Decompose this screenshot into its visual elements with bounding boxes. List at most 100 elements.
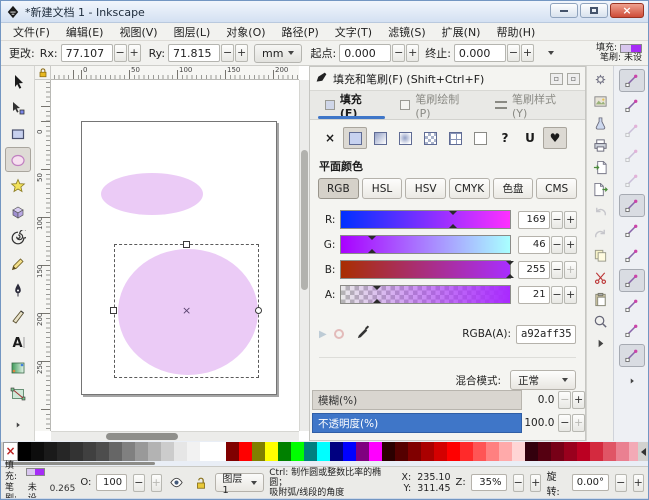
menu-view[interactable]: 视图(V) [111,23,165,41]
color-mode-rgb[interactable]: RGB [318,178,359,199]
slider-handle-r[interactable] [449,211,457,215]
snap-nodes-button[interactable] [619,194,645,217]
opacity-value[interactable]: 100.0 [522,417,557,429]
tool-connector[interactable] [5,381,31,406]
slider-handle-b[interactable] [506,274,514,278]
paste-button[interactable] [589,289,611,310]
color-slider-b[interactable] [340,260,511,279]
toolbox-more-arrow-icon[interactable] [5,412,31,437]
rgba-input[interactable]: a92aff35 [516,325,576,344]
object-opacity-increment-button[interactable]: + [151,474,162,492]
palette-none-swatch[interactable]: × [3,442,18,461]
palette-swatch[interactable] [57,442,70,461]
palette-swatch[interactable] [239,442,252,461]
snap-bbox-edges-button[interactable] [619,119,645,142]
b-decrement-button[interactable]: − [551,261,564,279]
palette-swatch[interactable] [291,442,304,461]
palette-swatch[interactable] [252,442,265,461]
slider-handle-g[interactable] [368,249,376,253]
palette-swatch[interactable] [174,442,187,461]
snap-bbox-corners-button[interactable] [619,144,645,167]
opacity-decrement-button[interactable]: − [558,414,571,432]
palette-swatch[interactable] [577,442,590,461]
slider-handle-g[interactable] [368,236,376,240]
horizontal-scrollbar-thumb[interactable] [106,433,178,440]
tab-笔刷绘制[interactable]: 笔刷绘制(P) [389,91,484,119]
snap-path-intersections-button[interactable] [619,244,645,267]
palette-swatch[interactable] [18,442,31,461]
blur-value[interactable]: 0.0 [522,394,557,406]
palette-swatch[interactable] [31,442,44,461]
tool-text[interactable]: A [5,329,31,354]
palette-swatch[interactable] [226,442,239,461]
help-button[interactable]: ? [493,127,517,149]
title-bar[interactable]: *新建文档 1 - Inkscape × [1,1,648,23]
maximize-button[interactable] [580,3,608,18]
play-icon[interactable]: ▶ [319,329,327,340]
a-value-input[interactable]: 21 [518,286,549,304]
cut-button[interactable] [589,267,611,288]
close-button[interactable]: × [610,3,644,18]
menu-file[interactable]: 文件(F) [5,23,58,41]
palette-scroll-left-icon[interactable] [638,442,648,461]
properties-button[interactable] [589,69,611,90]
g-value-input[interactable]: 46 [518,236,549,254]
object-opacity-input[interactable]: 100 [96,474,127,491]
palette-swatch[interactable] [551,442,564,461]
pattern-button[interactable] [418,127,442,149]
no-paint-button[interactable]: × [318,127,342,149]
minimize-button[interactable] [550,3,578,18]
snap-paths-button[interactable] [619,219,645,242]
palette-swatch[interactable] [265,442,278,461]
palette-swatch[interactable] [44,442,57,461]
menu-layer[interactable]: 图层(L) [166,23,219,41]
image-button[interactable] [589,91,611,112]
eyedropper-icon[interactable] [356,325,371,343]
layer-select[interactable]: 图层 1 [215,473,264,492]
import-button[interactable] [589,157,611,178]
canvas-viewport[interactable]: × [51,80,299,431]
more-button[interactable] [589,333,611,354]
palette-swatch[interactable] [96,442,109,461]
blur-slider[interactable]: 模糊(%) [312,390,522,410]
palette-swatch[interactable] [538,442,551,461]
menu-filters[interactable]: 滤镜(S) [380,23,434,41]
menu-text[interactable]: 文字(T) [327,23,380,41]
start-input[interactable]: 0.000 [339,44,391,62]
rx-decrement-button[interactable]: − [114,44,127,62]
selection-handle-top[interactable] [183,241,190,248]
palette-swatch[interactable] [434,442,447,461]
blend-mode-select[interactable]: 正常 [510,370,576,390]
tool-box3d[interactable] [5,199,31,224]
palette-swatch[interactable] [330,442,343,461]
a-increment-button[interactable]: + [564,286,577,304]
opacity-slider[interactable]: 不透明度(%) [312,413,522,433]
snap-enabled-button[interactable] [619,69,645,92]
palette-swatch[interactable] [213,442,226,461]
g-decrement-button[interactable]: − [551,236,564,254]
rotation-input[interactable]: 0.00° [572,474,610,491]
palette-swatch[interactable] [408,442,421,461]
palette-swatch[interactable] [317,442,330,461]
stop-icon[interactable] [334,329,344,339]
statusbar-style-indicator[interactable]: 填充: 笔刷: 未设 [5,461,45,500]
tab-笔刷样式[interactable]: 笔刷样式(Y) [484,91,581,119]
a-decrement-button[interactable]: − [551,286,564,304]
palette-swatch[interactable] [200,442,213,461]
swatch-button[interactable] [443,127,467,149]
palette-swatch[interactable] [109,442,122,461]
menu-path[interactable]: 路径(P) [274,23,327,41]
tool-selector[interactable] [5,69,31,94]
blur-increment-button[interactable]: + [572,391,585,409]
layer-visibility-button[interactable] [167,473,186,493]
slider-handle-a[interactable] [373,299,381,303]
palette-swatch[interactable] [343,442,356,461]
palette-swatch[interactable] [70,442,83,461]
object-opacity-decrement-button[interactable]: − [133,474,144,492]
vertical-scrollbar-thumb[interactable] [301,150,308,290]
r-decrement-button[interactable]: − [551,211,564,229]
radial-gradient-button[interactable] [393,127,417,149]
snap-node-cusp-button[interactable] [619,269,645,292]
statusbar-fill-swatch[interactable] [26,468,45,476]
palette-swatch[interactable] [460,442,473,461]
